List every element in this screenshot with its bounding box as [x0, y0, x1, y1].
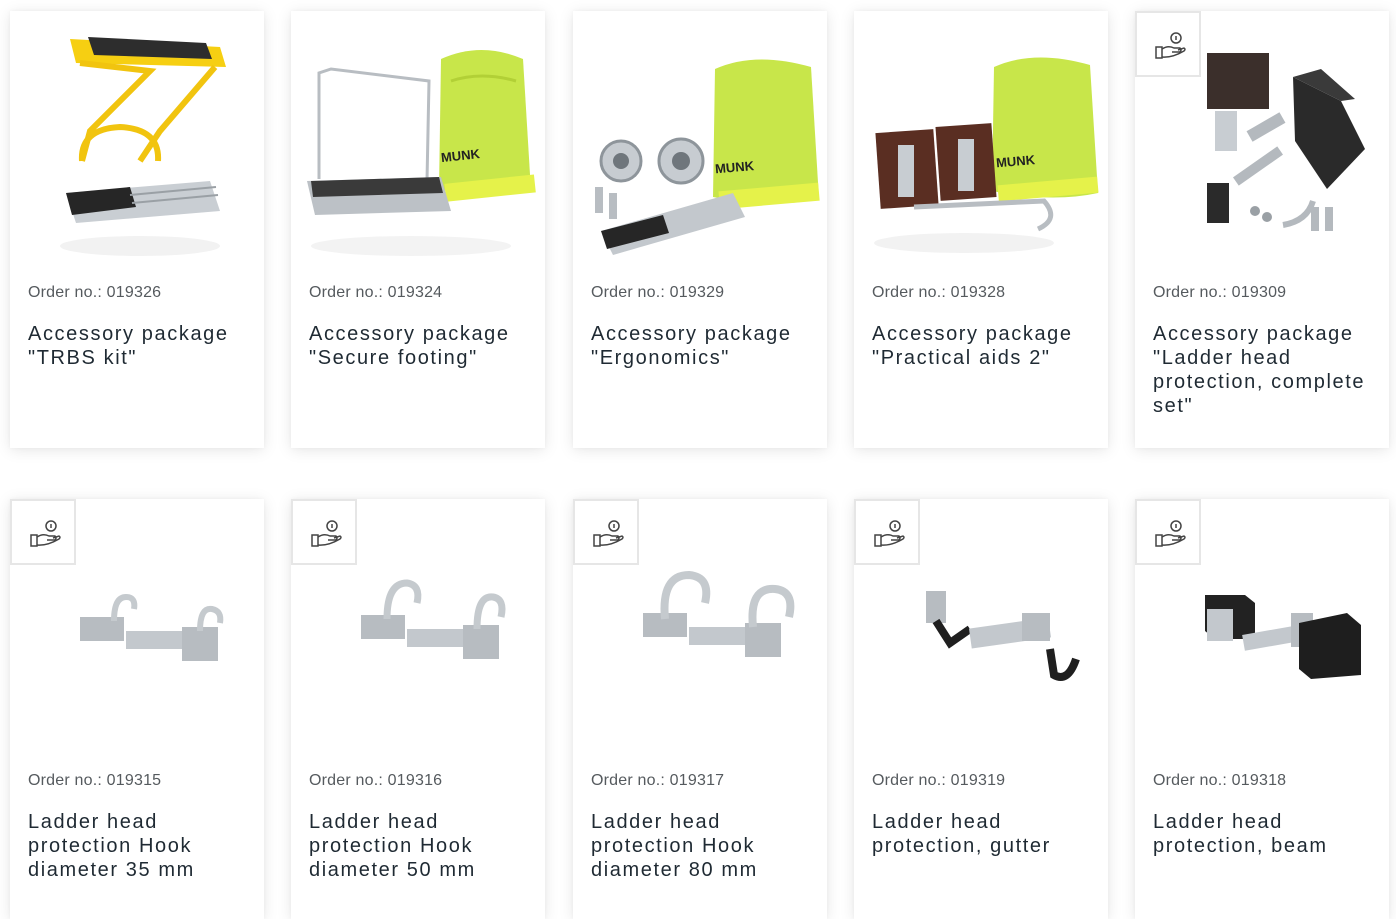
price-badge[interactable]	[10, 499, 76, 565]
product-title[interactable]: Ladder head protection Hook diameter 80 …	[591, 810, 816, 882]
order-number: Order no.: 019316	[309, 772, 443, 789]
order-number: Order no.: 019326	[28, 284, 162, 301]
product-title[interactable]: Ladder head protection Hook diameter 35 …	[28, 810, 253, 882]
price-badge[interactable]	[854, 499, 920, 565]
hand-coin-icon	[311, 520, 342, 547]
product-card[interactable]: MUNK Order no.: 019329 Accessory package…	[573, 11, 827, 448]
product-card[interactable]: Order no.: 019326 Accessory package "TRB…	[10, 11, 264, 448]
price-badge[interactable]	[573, 499, 639, 565]
product-card[interactable]: Order no.: 019316 Ladder head protection…	[291, 499, 545, 919]
order-number: Order no.: 019329	[591, 284, 725, 301]
product-image[interactable]: MUNK	[291, 11, 545, 265]
product-card[interactable]: MUNK Order no.: 019328 Accessory package…	[854, 11, 1108, 448]
hand-coin-icon	[874, 520, 905, 547]
product-image[interactable]	[10, 11, 264, 265]
product-title[interactable]: Accessory package "TRBS kit"	[28, 322, 253, 370]
product-title[interactable]: Accessory package "Secure footing"	[309, 322, 534, 370]
hand-coin-icon	[593, 520, 624, 547]
product-card[interactable]: Order no.: 019318 Ladder head protection…	[1135, 499, 1389, 919]
price-badge[interactable]	[291, 499, 357, 565]
hand-coin-icon	[1155, 32, 1186, 59]
product-card[interactable]: Order no.: 019315 Ladder head protection…	[10, 499, 264, 919]
order-number: Order no.: 019328	[872, 284, 1006, 301]
product-grid: Order no.: 019326 Accessory package "TRB…	[0, 0, 1396, 919]
hand-coin-icon	[1155, 520, 1186, 547]
product-title[interactable]: Ladder head protection, beam	[1153, 810, 1378, 858]
product-image[interactable]: MUNK	[573, 11, 827, 265]
product-card[interactable]: Order no.: 019317 Ladder head protection…	[573, 499, 827, 919]
product-title[interactable]: Accessory package "Practical aids 2"	[872, 322, 1097, 370]
order-number: Order no.: 019324	[309, 284, 443, 301]
order-number: Order no.: 019318	[1153, 772, 1287, 789]
product-title[interactable]: Ladder head protection Hook diameter 50 …	[309, 810, 534, 882]
order-number: Order no.: 019319	[872, 772, 1006, 789]
order-number: Order no.: 019317	[591, 772, 725, 789]
hand-coin-icon	[30, 520, 61, 547]
product-card[interactable]: Order no.: 019319 Ladder head protection…	[854, 499, 1108, 919]
product-card[interactable]: Order no.: 019309 Accessory package "Lad…	[1135, 11, 1389, 448]
order-number: Order no.: 019309	[1153, 284, 1287, 301]
product-card[interactable]: MUNK Order no.: 019324 Accessory package…	[291, 11, 545, 448]
order-number: Order no.: 019315	[28, 772, 162, 789]
price-badge[interactable]	[1135, 499, 1201, 565]
product-title[interactable]: Accessory package "Ergonomics"	[591, 322, 816, 370]
product-image[interactable]: MUNK	[854, 11, 1108, 265]
product-title[interactable]: Accessory package "Ladder head protectio…	[1153, 322, 1378, 418]
product-title[interactable]: Ladder head protection, gutter	[872, 810, 1097, 858]
price-badge[interactable]	[1135, 11, 1201, 77]
